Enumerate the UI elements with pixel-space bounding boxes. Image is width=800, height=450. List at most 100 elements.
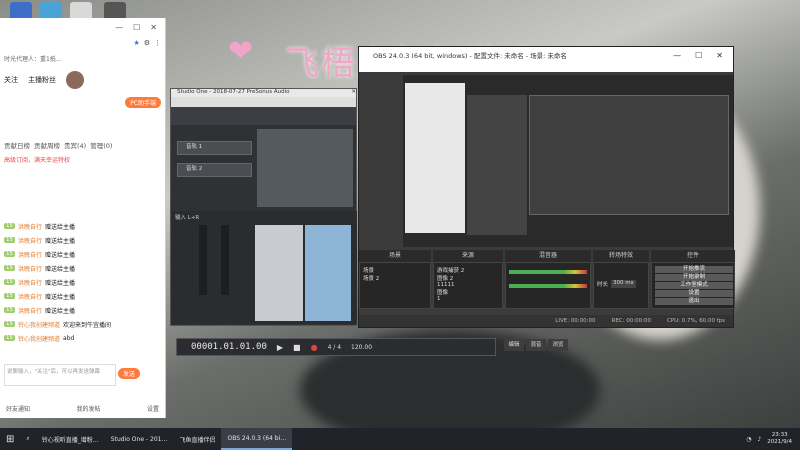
search-icon[interactable]: ⌕	[20, 428, 35, 450]
browser-panel[interactable]	[255, 225, 303, 321]
chat-message: 15 洪晚自行 赠送给主播	[0, 275, 165, 289]
track-1[interactable]: 音轨 1	[177, 141, 252, 155]
maximize-icon[interactable]: ☐	[133, 23, 140, 32]
pc-row: PC助手端	[0, 93, 165, 112]
chat-input[interactable]: 说聊输入，"关注"后，可以再发送弹幕	[4, 364, 116, 386]
chat-footer: 好友通知 我的发帖 设置	[6, 404, 159, 413]
level-badge: 15	[4, 223, 15, 229]
menu-icon[interactable]: ⋮	[154, 39, 161, 47]
avatar[interactable]	[66, 71, 84, 89]
arrange-area[interactable]	[257, 129, 353, 207]
message-text: abd	[63, 334, 75, 342]
exit-button[interactable]: 退出	[655, 298, 733, 305]
tab-browse[interactable]: 浏览	[548, 339, 568, 351]
start-button[interactable]: ⊞	[0, 428, 20, 450]
chat-message: 15 洪晚自行 赠送给主播	[0, 261, 165, 275]
start-record-button[interactable]: 开始录制	[655, 274, 733, 281]
message-nick[interactable]: 洪晚自行	[18, 250, 42, 259]
taskbar-item-chat[interactable]: 铃心视听直播_增粉…	[36, 428, 105, 450]
cpu-status: CPU: 0.7%, 60.00 fps	[666, 318, 725, 324]
close-icon[interactable]: ✕	[716, 51, 723, 60]
fans-label[interactable]: 主播粉丝	[28, 75, 56, 85]
network-icon[interactable]: ◔	[746, 436, 751, 443]
message-nick[interactable]: 洪晚自行	[18, 292, 42, 301]
close-icon[interactable]: ✕	[351, 89, 356, 97]
chat-message: 15 铃心我创建频道 欢迎来到牛宜播间	[0, 317, 165, 331]
taskbar-item-feiyu[interactable]: 飞鱼直播伴侣	[173, 428, 221, 450]
message-nick[interactable]: 铃心我创建频道	[18, 320, 60, 329]
scene-item[interactable]: 场景	[363, 266, 427, 274]
close-icon[interactable]: ✕	[150, 23, 157, 32]
message-text: 赠送给主播	[45, 265, 76, 273]
minimize-icon[interactable]: —	[115, 23, 123, 32]
tab-daily[interactable]: 贡献日榜	[4, 140, 30, 150]
follow-label[interactable]: 关注	[4, 75, 18, 85]
message-nick[interactable]: 洪晚自行	[18, 236, 42, 245]
settings-icon[interactable]: ⚙	[144, 39, 150, 47]
source-item[interactable]: 图像	[437, 288, 499, 296]
tab-mix[interactable]: 混音	[526, 339, 546, 351]
message-nick[interactable]: 铃心我创建频道	[18, 334, 60, 343]
chat-message-list: 15 洪晚自行 赠送给主播 15 洪晚自行 赠送给主播 15 洪晚自行 赠送给主播 15 洪晚自行赠…	[0, 219, 165, 345]
tab-vip[interactable]: 贵宾(4)	[64, 140, 86, 150]
studio-one-window: Studio One - 2018-07-27 PreSonus Audio ✕ …	[170, 88, 357, 326]
level-badge: 15	[4, 321, 15, 327]
address-bar[interactable]: ★ ⚙ ⋮	[4, 36, 161, 50]
stop-icon[interactable]: ■	[293, 343, 301, 352]
source-item[interactable]: 1	[437, 296, 499, 302]
taskbar-item-studio[interactable]: Studio One - 201…	[105, 428, 174, 450]
message-text: 赠送给主播	[45, 293, 76, 301]
time-signature: 4 / 4	[327, 343, 342, 351]
preview-obs-window	[529, 95, 729, 215]
play-icon[interactable]: ▶	[277, 343, 283, 352]
footer-settings[interactable]: 设置	[147, 404, 159, 413]
level-badge: 15	[4, 251, 15, 257]
star-icon[interactable]: ★	[133, 39, 139, 47]
message-nick[interactable]: 洪晚自行	[18, 222, 42, 231]
start-stream-button[interactable]: 开始推流	[655, 266, 733, 273]
track-2[interactable]: 音轨 2	[177, 163, 252, 177]
footer-posts[interactable]: 我的发帖	[76, 404, 100, 413]
studio-titlebar: Studio One - 2018-07-27 PreSonus Audio ✕	[171, 89, 356, 97]
fader[interactable]	[221, 225, 229, 295]
streamer-name: 时光代理人：重1抵…	[4, 56, 62, 63]
minimize-icon[interactable]: —	[673, 51, 681, 60]
tab-weekly[interactable]: 贡献周榜	[34, 140, 60, 150]
maximize-icon[interactable]: ☐	[695, 51, 702, 60]
tab-admin[interactable]: 管理(0)	[90, 140, 112, 150]
windows-taskbar: ⊞ ⌕ 铃心视听直播_增粉… Studio One - 201… 飞鱼直播伴侣 …	[0, 428, 800, 450]
mixer-panel: 输入 L+R	[171, 211, 357, 324]
scene-item[interactable]: 场景 2	[363, 274, 427, 282]
duration-input[interactable]: 300 ms	[611, 280, 636, 288]
message-nick[interactable]: 洪晚自行	[18, 306, 42, 315]
studio-mode-button[interactable]: 工作室模式	[655, 282, 733, 289]
message-nick[interactable]: 洪晚自行	[18, 264, 42, 273]
system-tray: ◔ ♪ 23:33 2021/9/4	[746, 432, 800, 446]
send-button[interactable]: 发送	[118, 368, 141, 379]
obs-preview[interactable]	[403, 75, 733, 247]
rec-status: REC: 00:00:00	[611, 318, 651, 324]
taskbar-item-obs[interactable]: OBS 24.0.3 (64 bi…	[221, 428, 293, 450]
notice-text: 高级订阅，满天幸运特权	[4, 157, 71, 164]
fader[interactable]	[199, 225, 207, 295]
volume-icon[interactable]: ♪	[757, 436, 761, 443]
pc-assistant-button[interactable]: PC助手端	[125, 97, 161, 108]
obs-titlebar: OBS 24.0.3 (64 bit, windows) - 配置文件: 未命名…	[359, 47, 733, 63]
message-text: 赠送给主播	[45, 237, 76, 245]
source-item[interactable]: 游戏捕获 2	[437, 266, 499, 274]
streamer-header: 时光代理人：重1抵…	[0, 50, 165, 67]
record-icon[interactable]: ●	[311, 343, 318, 352]
level-badge: 15	[4, 293, 15, 299]
settings-button[interactable]: 设置	[655, 290, 733, 297]
footer-notice[interactable]: 好友通知	[6, 404, 30, 413]
scenes-dock: 场景 场景 2	[359, 262, 431, 309]
rank-tabs: 贡献日榜 贡献周榜 贵宾(4) 管理(0)	[0, 138, 165, 152]
obs-title: OBS 24.0.3 (64 bit, windows) - 配置文件: 未命名…	[373, 52, 567, 60]
message-text: 欢迎来到牛宜播间	[63, 321, 112, 329]
message-nick[interactable]: 洪晚自行	[18, 278, 42, 287]
clock[interactable]: 23:33 2021/9/4	[767, 432, 792, 446]
source-item[interactable]: 图像 2	[437, 274, 499, 282]
tab-edit[interactable]: 编辑	[504, 339, 524, 351]
inspector-panel[interactable]	[305, 225, 351, 321]
chat-message: 15 洪晚自行 赠送给主播	[0, 219, 165, 233]
